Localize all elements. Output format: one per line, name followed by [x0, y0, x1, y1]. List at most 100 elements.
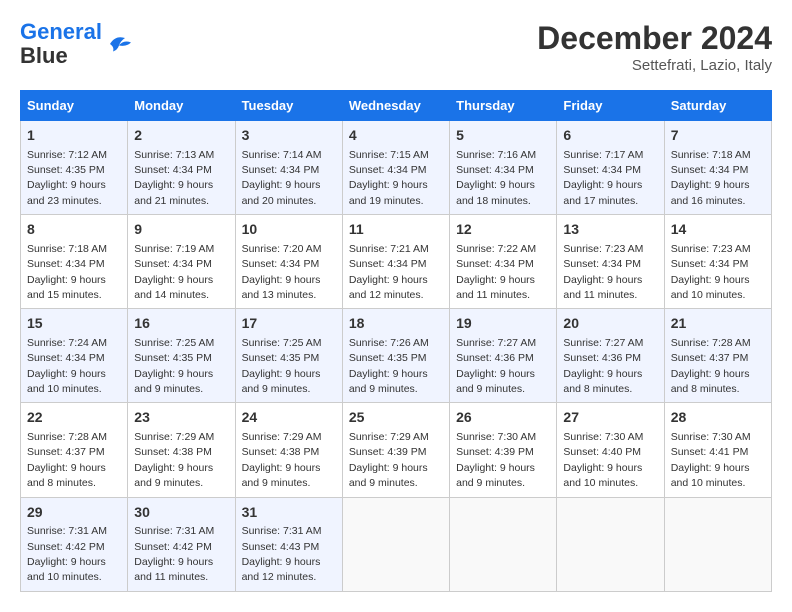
- table-row: [557, 497, 664, 591]
- day-detail: Sunrise: 7:28 AMSunset: 4:37 PMDaylight:…: [671, 337, 751, 395]
- calendar-week-row: 15 Sunrise: 7:24 AMSunset: 4:34 PMDaylig…: [21, 309, 772, 403]
- title-block: December 2024 Settefrati, Lazio, Italy: [537, 20, 772, 74]
- logo-bird-icon: [104, 29, 134, 59]
- col-friday: Friday: [557, 91, 664, 121]
- table-row: 23 Sunrise: 7:29 AMSunset: 4:38 PMDaylig…: [128, 403, 235, 497]
- day-detail: Sunrise: 7:27 AMSunset: 4:36 PMDaylight:…: [456, 337, 536, 395]
- header: GeneralBlue December 2024 Settefrati, La…: [20, 20, 772, 74]
- day-detail: Sunrise: 7:30 AMSunset: 4:40 PMDaylight:…: [563, 431, 643, 489]
- col-wednesday: Wednesday: [342, 91, 449, 121]
- day-detail: Sunrise: 7:25 AMSunset: 4:35 PMDaylight:…: [242, 337, 322, 395]
- table-row: 30 Sunrise: 7:31 AMSunset: 4:42 PMDaylig…: [128, 497, 235, 591]
- table-row: [664, 497, 771, 591]
- day-detail: Sunrise: 7:21 AMSunset: 4:34 PMDaylight:…: [349, 243, 429, 301]
- day-number: 16: [134, 314, 228, 334]
- calendar-week-row: 8 Sunrise: 7:18 AMSunset: 4:34 PMDayligh…: [21, 215, 772, 309]
- day-detail: Sunrise: 7:31 AMSunset: 4:42 PMDaylight:…: [27, 525, 107, 583]
- day-detail: Sunrise: 7:18 AMSunset: 4:34 PMDaylight:…: [671, 149, 751, 207]
- calendar-table: Sunday Monday Tuesday Wednesday Thursday…: [20, 90, 772, 592]
- day-number: 9: [134, 220, 228, 240]
- day-detail: Sunrise: 7:15 AMSunset: 4:34 PMDaylight:…: [349, 149, 429, 207]
- table-row: 4 Sunrise: 7:15 AMSunset: 4:34 PMDayligh…: [342, 121, 449, 215]
- calendar-week-row: 1 Sunrise: 7:12 AMSunset: 4:35 PMDayligh…: [21, 121, 772, 215]
- day-detail: Sunrise: 7:16 AMSunset: 4:34 PMDaylight:…: [456, 149, 536, 207]
- day-number: 11: [349, 220, 443, 240]
- table-row: 15 Sunrise: 7:24 AMSunset: 4:34 PMDaylig…: [21, 309, 128, 403]
- logo: GeneralBlue: [20, 20, 134, 68]
- day-number: 27: [563, 408, 657, 428]
- table-row: 27 Sunrise: 7:30 AMSunset: 4:40 PMDaylig…: [557, 403, 664, 497]
- day-number: 10: [242, 220, 336, 240]
- day-number: 31: [242, 503, 336, 523]
- col-saturday: Saturday: [664, 91, 771, 121]
- calendar-header-row: Sunday Monday Tuesday Wednesday Thursday…: [21, 91, 772, 121]
- month-title: December 2024: [537, 20, 772, 57]
- day-number: 12: [456, 220, 550, 240]
- col-tuesday: Tuesday: [235, 91, 342, 121]
- table-row: 19 Sunrise: 7:27 AMSunset: 4:36 PMDaylig…: [450, 309, 557, 403]
- day-number: 29: [27, 503, 121, 523]
- day-number: 21: [671, 314, 765, 334]
- day-detail: Sunrise: 7:29 AMSunset: 4:38 PMDaylight:…: [134, 431, 214, 489]
- day-detail: Sunrise: 7:28 AMSunset: 4:37 PMDaylight:…: [27, 431, 107, 489]
- table-row: 9 Sunrise: 7:19 AMSunset: 4:34 PMDayligh…: [128, 215, 235, 309]
- table-row: 7 Sunrise: 7:18 AMSunset: 4:34 PMDayligh…: [664, 121, 771, 215]
- col-thursday: Thursday: [450, 91, 557, 121]
- table-row: 3 Sunrise: 7:14 AMSunset: 4:34 PMDayligh…: [235, 121, 342, 215]
- day-number: 30: [134, 503, 228, 523]
- day-detail: Sunrise: 7:26 AMSunset: 4:35 PMDaylight:…: [349, 337, 429, 395]
- day-number: 28: [671, 408, 765, 428]
- day-number: 7: [671, 126, 765, 146]
- day-number: 25: [349, 408, 443, 428]
- location-title: Settefrati, Lazio, Italy: [537, 57, 772, 74]
- day-detail: Sunrise: 7:29 AMSunset: 4:38 PMDaylight:…: [242, 431, 322, 489]
- table-row: 6 Sunrise: 7:17 AMSunset: 4:34 PMDayligh…: [557, 121, 664, 215]
- day-number: 20: [563, 314, 657, 334]
- day-detail: Sunrise: 7:27 AMSunset: 4:36 PMDaylight:…: [563, 337, 643, 395]
- table-row: 29 Sunrise: 7:31 AMSunset: 4:42 PMDaylig…: [21, 497, 128, 591]
- day-detail: Sunrise: 7:18 AMSunset: 4:34 PMDaylight:…: [27, 243, 107, 301]
- table-row: 28 Sunrise: 7:30 AMSunset: 4:41 PMDaylig…: [664, 403, 771, 497]
- table-row: 22 Sunrise: 7:28 AMSunset: 4:37 PMDaylig…: [21, 403, 128, 497]
- day-number: 17: [242, 314, 336, 334]
- logo-text: GeneralBlue: [20, 20, 102, 68]
- day-detail: Sunrise: 7:23 AMSunset: 4:34 PMDaylight:…: [671, 243, 751, 301]
- calendar-week-row: 22 Sunrise: 7:28 AMSunset: 4:37 PMDaylig…: [21, 403, 772, 497]
- table-row: 1 Sunrise: 7:12 AMSunset: 4:35 PMDayligh…: [21, 121, 128, 215]
- table-row: 14 Sunrise: 7:23 AMSunset: 4:34 PMDaylig…: [664, 215, 771, 309]
- day-detail: Sunrise: 7:25 AMSunset: 4:35 PMDaylight:…: [134, 337, 214, 395]
- table-row: [450, 497, 557, 591]
- day-detail: Sunrise: 7:14 AMSunset: 4:34 PMDaylight:…: [242, 149, 322, 207]
- table-row: 18 Sunrise: 7:26 AMSunset: 4:35 PMDaylig…: [342, 309, 449, 403]
- table-row: 10 Sunrise: 7:20 AMSunset: 4:34 PMDaylig…: [235, 215, 342, 309]
- table-row: 17 Sunrise: 7:25 AMSunset: 4:35 PMDaylig…: [235, 309, 342, 403]
- page-container: GeneralBlue December 2024 Settefrati, La…: [20, 20, 772, 592]
- table-row: 31 Sunrise: 7:31 AMSunset: 4:43 PMDaylig…: [235, 497, 342, 591]
- day-number: 24: [242, 408, 336, 428]
- day-number: 23: [134, 408, 228, 428]
- day-number: 15: [27, 314, 121, 334]
- day-number: 22: [27, 408, 121, 428]
- table-row: 12 Sunrise: 7:22 AMSunset: 4:34 PMDaylig…: [450, 215, 557, 309]
- col-sunday: Sunday: [21, 91, 128, 121]
- day-number: 14: [671, 220, 765, 240]
- day-detail: Sunrise: 7:17 AMSunset: 4:34 PMDaylight:…: [563, 149, 643, 207]
- day-detail: Sunrise: 7:31 AMSunset: 4:43 PMDaylight:…: [242, 525, 322, 583]
- calendar-week-row: 29 Sunrise: 7:31 AMSunset: 4:42 PMDaylig…: [21, 497, 772, 591]
- table-row: 5 Sunrise: 7:16 AMSunset: 4:34 PMDayligh…: [450, 121, 557, 215]
- day-detail: Sunrise: 7:30 AMSunset: 4:39 PMDaylight:…: [456, 431, 536, 489]
- day-number: 13: [563, 220, 657, 240]
- table-row: 24 Sunrise: 7:29 AMSunset: 4:38 PMDaylig…: [235, 403, 342, 497]
- col-monday: Monday: [128, 91, 235, 121]
- day-detail: Sunrise: 7:20 AMSunset: 4:34 PMDaylight:…: [242, 243, 322, 301]
- day-detail: Sunrise: 7:12 AMSunset: 4:35 PMDaylight:…: [27, 149, 107, 207]
- table-row: 16 Sunrise: 7:25 AMSunset: 4:35 PMDaylig…: [128, 309, 235, 403]
- day-number: 4: [349, 126, 443, 146]
- table-row: [342, 497, 449, 591]
- day-number: 6: [563, 126, 657, 146]
- day-detail: Sunrise: 7:24 AMSunset: 4:34 PMDaylight:…: [27, 337, 107, 395]
- table-row: 26 Sunrise: 7:30 AMSunset: 4:39 PMDaylig…: [450, 403, 557, 497]
- day-number: 18: [349, 314, 443, 334]
- day-detail: Sunrise: 7:23 AMSunset: 4:34 PMDaylight:…: [563, 243, 643, 301]
- table-row: 13 Sunrise: 7:23 AMSunset: 4:34 PMDaylig…: [557, 215, 664, 309]
